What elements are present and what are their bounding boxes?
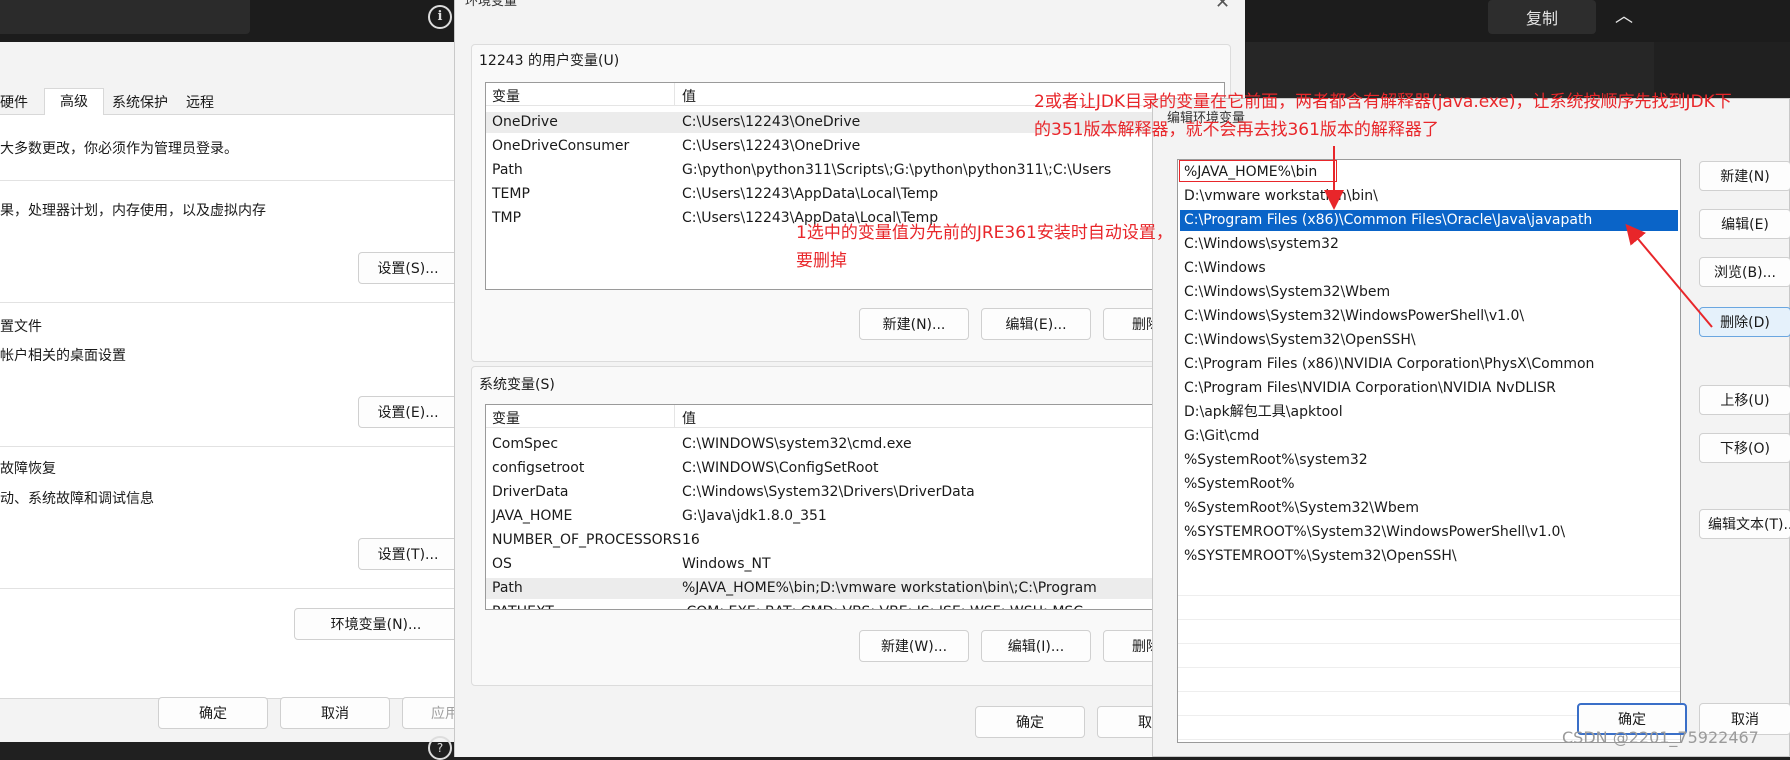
watermark: CSDN @2201_75922467	[1562, 728, 1759, 747]
arrow-to-selected-entry	[1625, 223, 1713, 328]
annotation-arrows	[1324, 146, 1713, 328]
